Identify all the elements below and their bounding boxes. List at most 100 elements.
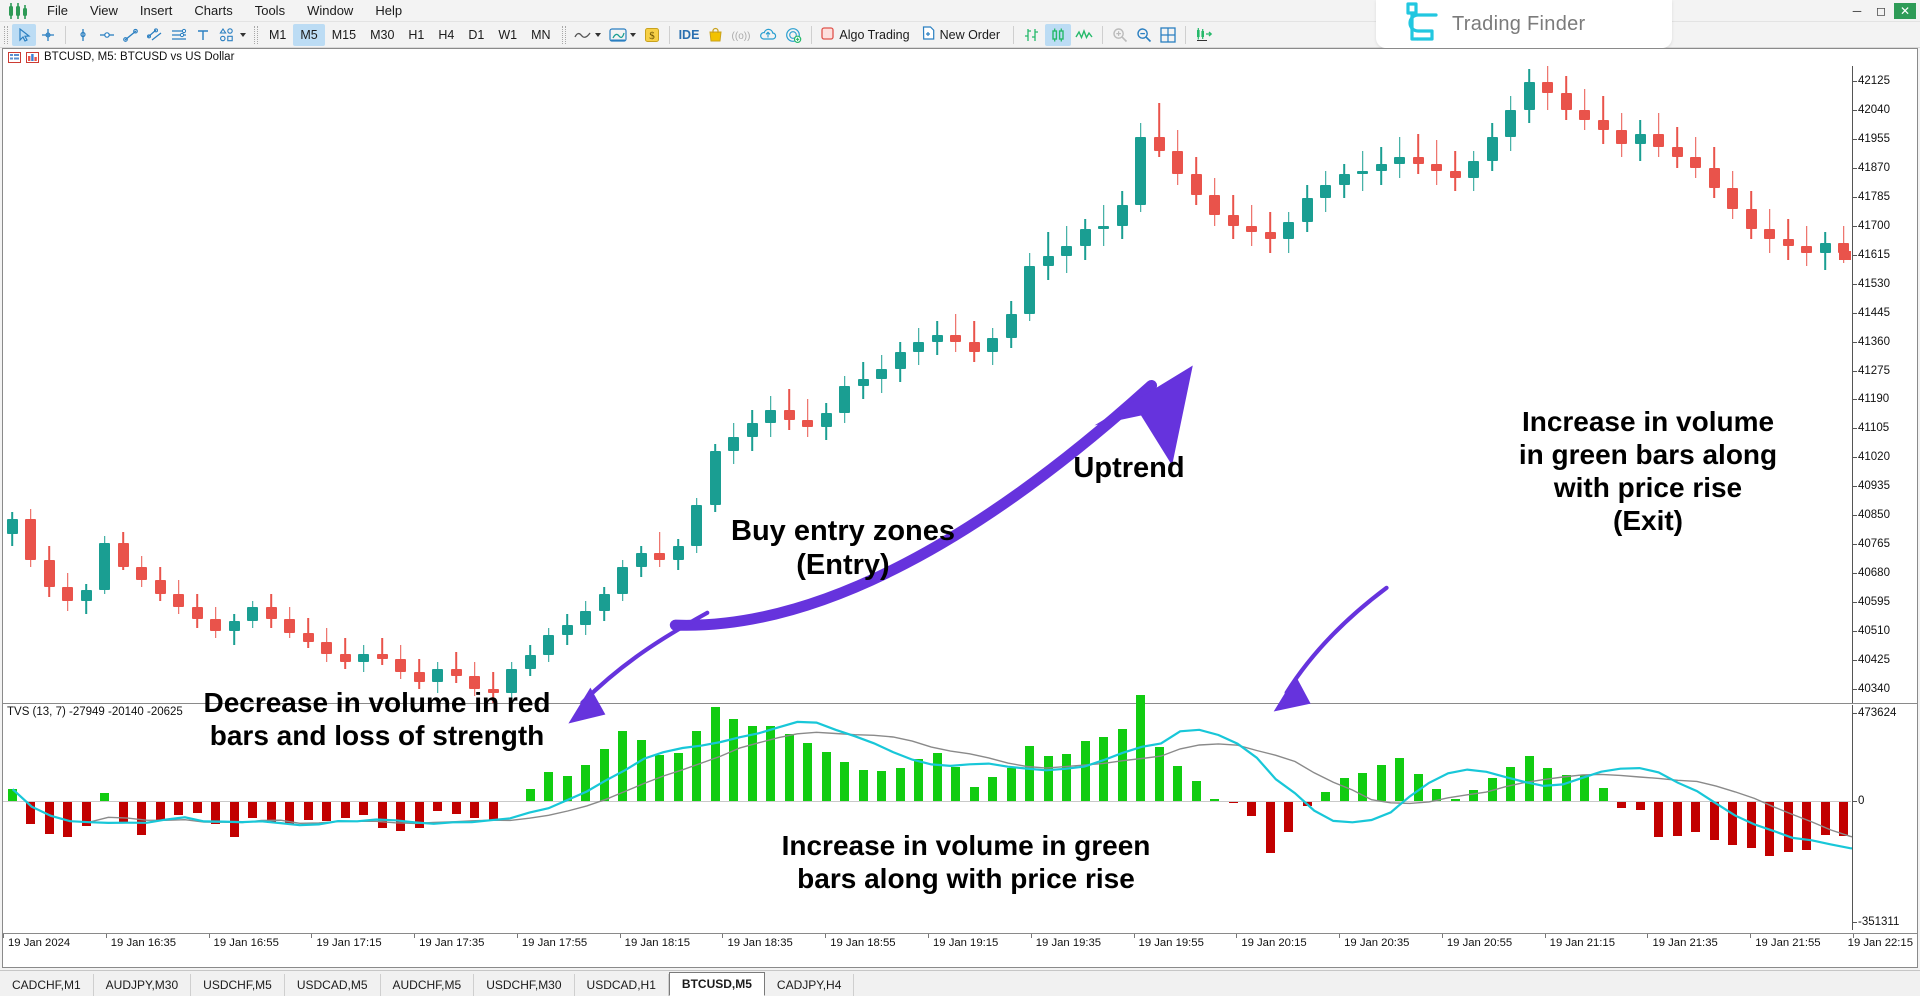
timeframe-w1[interactable]: W1 bbox=[491, 24, 524, 46]
new-order-button[interactable]: New Order bbox=[918, 24, 1008, 46]
candle bbox=[857, 361, 869, 400]
chart-tab-audjpy-m30[interactable]: AUDJPY,M30 bbox=[93, 974, 192, 996]
chart-tab-btcusd-m5[interactable]: BTCUSD,M5 bbox=[668, 972, 765, 996]
candle bbox=[6, 512, 18, 547]
volume-bar bbox=[544, 771, 554, 801]
candle bbox=[728, 423, 740, 465]
chart-tab-usdcad-m5[interactable]: USDCAD,M5 bbox=[284, 974, 381, 996]
candle bbox=[376, 638, 388, 666]
timeframe-mn[interactable]: MN bbox=[524, 24, 557, 46]
price-tick bbox=[1853, 80, 1857, 82]
cloud-icon[interactable] bbox=[755, 24, 781, 46]
chart-tab-usdchf-m30[interactable]: USDCHF,M30 bbox=[474, 974, 575, 996]
currency-icon[interactable]: $ bbox=[640, 24, 664, 46]
indicators-icon[interactable] bbox=[1071, 24, 1097, 46]
price-axis[interactable]: 42125 42040 41955 41870 41785 41700 41615 41530… bbox=[1839, 66, 1917, 703]
channel-icon[interactable] bbox=[143, 24, 167, 46]
chevron-down-icon[interactable] bbox=[594, 32, 601, 37]
volume-bar bbox=[1136, 695, 1146, 801]
menu-item-help[interactable]: Help bbox=[364, 0, 413, 22]
price-tick-label: 41955 bbox=[1858, 132, 1890, 145]
ide-button[interactable]: IDE bbox=[675, 24, 704, 46]
timeframe-d1[interactable]: D1 bbox=[461, 24, 491, 46]
toolbar-grip-2[interactable] bbox=[254, 25, 258, 44]
chart-tab-cadchf-m1[interactable]: CADCHF,M1 bbox=[0, 974, 94, 996]
candle bbox=[876, 355, 888, 393]
volume-bar bbox=[784, 734, 794, 801]
menu-item-tools[interactable]: Tools bbox=[244, 0, 296, 22]
candle bbox=[1634, 119, 1646, 161]
volume-bar bbox=[1543, 767, 1553, 801]
time-tick-label: 19 Jan 2024 bbox=[8, 937, 71, 949]
timeframe-m30[interactable]: M30 bbox=[363, 24, 401, 46]
toolbar-divider bbox=[65, 25, 66, 44]
zoom-out-icon[interactable] bbox=[1132, 24, 1156, 46]
fibonacci-icon[interactable] bbox=[167, 24, 191, 46]
chart-symbol-icon bbox=[26, 51, 39, 63]
chart-title: BTCUSD, M5: BTCUSD vs US Dollar bbox=[44, 51, 235, 63]
volume-bar bbox=[433, 800, 443, 811]
candle bbox=[1005, 300, 1017, 349]
menu-item-window[interactable]: Window bbox=[296, 0, 364, 22]
toolbar-grip[interactable] bbox=[4, 25, 8, 44]
vertical-line-icon[interactable] bbox=[71, 24, 95, 46]
time-tick-label: 19 Jan 20:55 bbox=[1446, 937, 1513, 949]
trendline-icon[interactable] bbox=[119, 24, 143, 46]
timeframe-m15[interactable]: M15 bbox=[325, 24, 363, 46]
volume-bar bbox=[932, 753, 942, 801]
candle bbox=[1135, 123, 1147, 212]
candle bbox=[839, 375, 851, 424]
time-axis[interactable]: 19 Jan 2024 19 Jan 16:35 19 Jan 16:55 19 Ja… bbox=[3, 933, 1917, 953]
menu-item-view[interactable]: View bbox=[79, 0, 129, 22]
line-chart-icon[interactable] bbox=[570, 24, 605, 46]
maximize-button[interactable]: ◻ bbox=[1870, 1, 1892, 21]
indicator-pane[interactable]: TVS (13, 7) -27949 -20140 -20625 473624 0… bbox=[3, 695, 1917, 930]
zoom-in-icon[interactable] bbox=[1108, 24, 1132, 46]
tile-windows-icon[interactable] bbox=[1156, 24, 1180, 46]
market-icon[interactable] bbox=[703, 24, 727, 46]
auto-scroll-icon[interactable] bbox=[1191, 24, 1219, 46]
toolbar-grip-3[interactable] bbox=[561, 25, 566, 44]
indicator-axis[interactable]: 473624 0 -351311 bbox=[1852, 705, 1917, 930]
shapes-icon[interactable] bbox=[215, 24, 250, 46]
timeframe-h4[interactable]: H4 bbox=[431, 24, 461, 46]
volume-bar bbox=[1654, 800, 1664, 837]
candlestick-chart-icon[interactable] bbox=[605, 24, 640, 46]
ohlc-icon[interactable] bbox=[1019, 24, 1045, 46]
candle bbox=[524, 645, 536, 676]
horizontal-line-icon[interactable] bbox=[95, 24, 119, 46]
metatrader-logo-icon bbox=[6, 2, 32, 20]
algo-trading-button[interactable]: Algo Trading bbox=[817, 24, 917, 46]
volume-bar bbox=[1765, 800, 1775, 856]
minimize-button[interactable]: ─ bbox=[1846, 1, 1868, 21]
price-tick bbox=[1853, 660, 1857, 662]
chart-tab-cadjpy-h4[interactable]: CADJPY,H4 bbox=[764, 974, 855, 996]
timeframe-m5[interactable]: M5 bbox=[293, 23, 325, 46]
close-button[interactable]: ✕ bbox=[1894, 3, 1916, 19]
cursor-icon[interactable] bbox=[12, 23, 36, 46]
candles-icon[interactable] bbox=[1045, 23, 1072, 46]
price-pane[interactable]: 42125 42040 41955 41870 41785 41700 41615 41530… bbox=[3, 66, 1917, 704]
menu-item-file[interactable]: File bbox=[36, 0, 79, 22]
text-icon[interactable] bbox=[191, 24, 215, 46]
volume-bar bbox=[1783, 800, 1793, 852]
volume-bar bbox=[1006, 767, 1016, 801]
price-tick-label: 40680 bbox=[1858, 567, 1890, 580]
vps-icon[interactable] bbox=[781, 24, 806, 46]
chevron-down-icon[interactable] bbox=[629, 32, 636, 37]
chart-tab-audchf-m5[interactable]: AUDCHF,M5 bbox=[380, 974, 475, 996]
time-tick-label: 19 Jan 21:55 bbox=[1755, 937, 1821, 949]
volume-bar bbox=[1820, 800, 1830, 836]
chart-tab-usdchf-m5[interactable]: USDCHF,M5 bbox=[191, 974, 285, 996]
timeframe-h1[interactable]: H1 bbox=[401, 24, 431, 46]
chevron-down-icon[interactable] bbox=[240, 32, 246, 37]
menu-item-charts[interactable]: Charts bbox=[183, 0, 243, 22]
volume-bar bbox=[1746, 800, 1756, 849]
signals-icon[interactable]: ((o)) bbox=[727, 24, 755, 46]
menu-item-insert[interactable]: Insert bbox=[129, 0, 184, 22]
candle bbox=[1597, 96, 1609, 144]
indicator-tick-label: -351311 bbox=[1858, 916, 1900, 928]
crosshair-icon[interactable] bbox=[36, 24, 60, 46]
chart-tab-usdcad-h1[interactable]: USDCAD,H1 bbox=[574, 974, 669, 996]
timeframe-m1[interactable]: M1 bbox=[262, 24, 293, 46]
